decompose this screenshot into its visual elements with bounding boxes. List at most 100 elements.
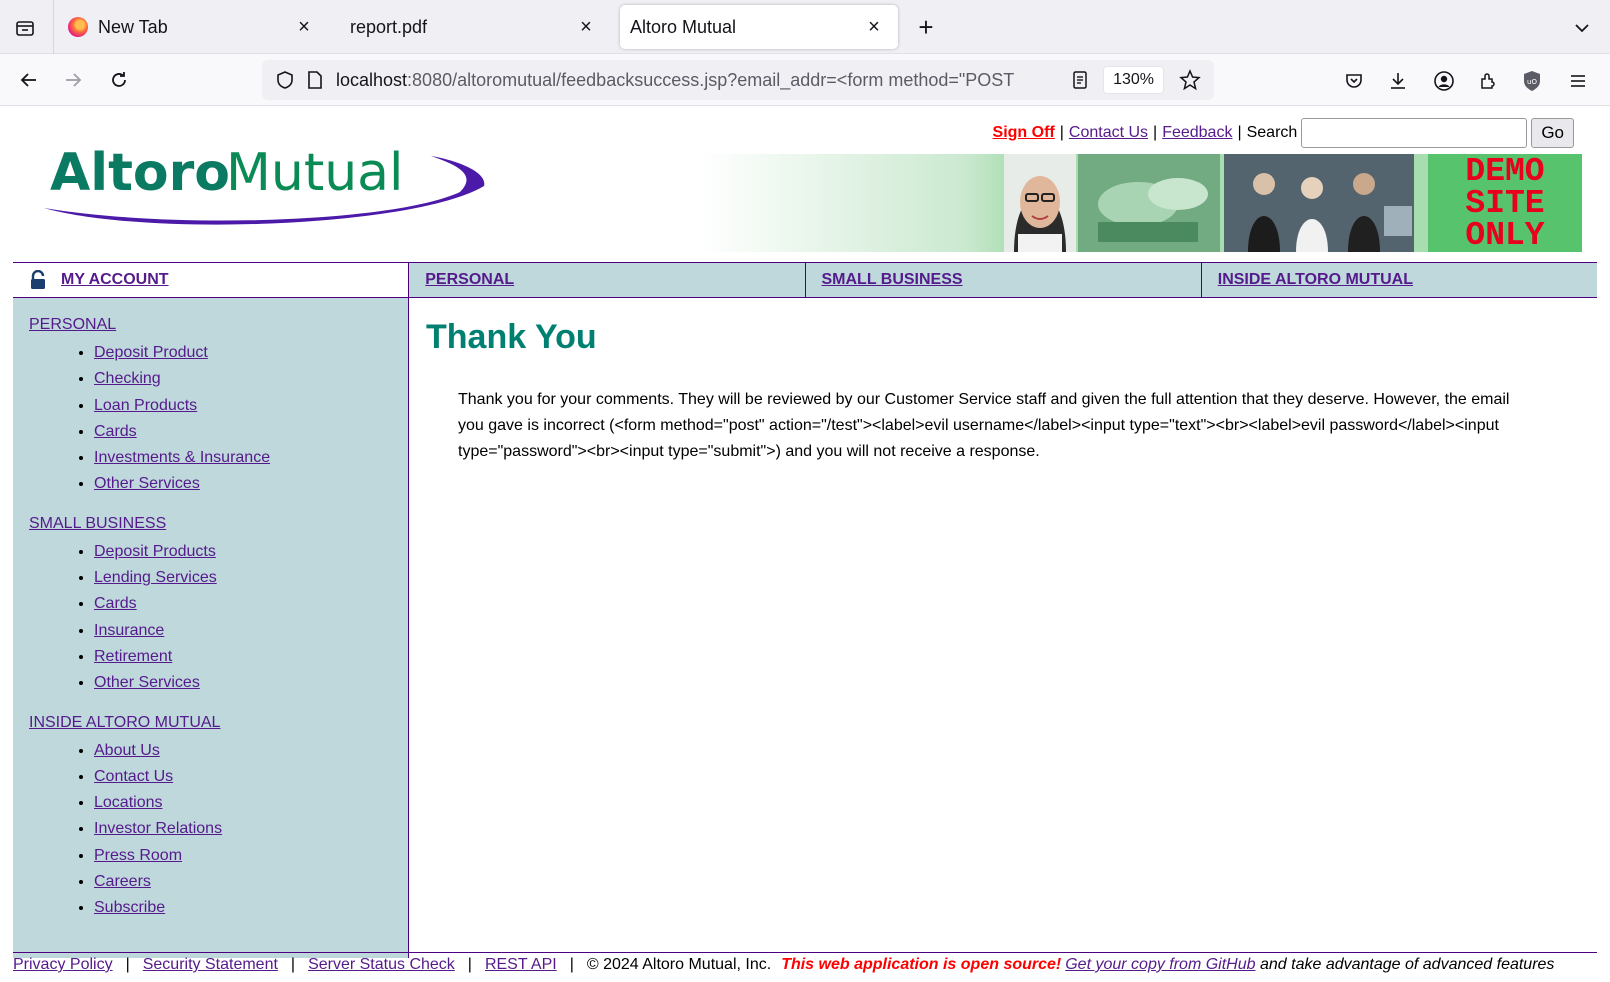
list-item: Checking bbox=[94, 369, 408, 395]
sidebar-item-other-services[interactable]: Other Services bbox=[94, 475, 200, 492]
hamburger-menu-icon[interactable] bbox=[1564, 67, 1592, 95]
zoom-level-button[interactable]: 130% bbox=[1103, 66, 1164, 94]
list-item: Careers bbox=[94, 872, 408, 898]
demo-line: DEMO bbox=[1465, 153, 1545, 190]
github-link[interactable]: Get your copy from GitHub bbox=[1065, 956, 1255, 973]
bookmark-star-icon[interactable] bbox=[1172, 69, 1208, 91]
url-text[interactable]: localhost:8080/altoromutual/feedbacksucc… bbox=[336, 70, 1065, 91]
list-item: Lending Services bbox=[94, 568, 408, 594]
sidebar-item-insurance[interactable]: Insurance bbox=[94, 622, 164, 639]
close-icon[interactable]: × bbox=[292, 15, 316, 39]
advanced-features-text: and take advantage of advanced features bbox=[1259, 956, 1555, 973]
list-item: Press Room bbox=[94, 846, 408, 872]
pocket-icon[interactable] bbox=[1340, 67, 1368, 95]
my-account-link[interactable]: MY ACCOUNT bbox=[61, 271, 169, 289]
sidebar-item-about-us[interactable]: About Us bbox=[94, 742, 160, 759]
sidebar-heading-personal[interactable]: PERSONAL bbox=[29, 316, 408, 334]
tab-altoro-mutual[interactable]: Altoro Mutual × bbox=[620, 5, 898, 49]
banner-photo-woman bbox=[1004, 154, 1076, 252]
address-bar[interactable]: localhost:8080/altoromutual/feedbacksucc… bbox=[262, 60, 1214, 100]
server-status-check-link[interactable]: Server Status Check bbox=[308, 956, 455, 973]
sidebar-heading-inside-altoro-mutual[interactable]: INSIDE ALTORO MUTUAL bbox=[29, 714, 408, 732]
sidebar-item-press-room[interactable]: Press Room bbox=[94, 847, 182, 864]
reload-icon bbox=[112, 72, 126, 87]
inside-altoro-mutual-link[interactable]: INSIDE ALTORO MUTUAL bbox=[1218, 271, 1413, 289]
sidebar-item-careers[interactable]: Careers bbox=[94, 873, 151, 890]
svg-text:uO: uO bbox=[1527, 78, 1537, 86]
search-label: Search bbox=[1246, 124, 1298, 141]
list-all-tabs-button[interactable] bbox=[1568, 14, 1596, 42]
tab-title: report.pdf bbox=[350, 16, 428, 37]
privacy-policy-link[interactable]: Privacy Policy bbox=[13, 956, 113, 973]
small-business-link[interactable]: SMALL BUSINESS bbox=[822, 271, 963, 289]
sidebar-item-contact-us[interactable]: Contact Us bbox=[94, 768, 173, 785]
sidebar-item-deposit-product[interactable]: Deposit Product bbox=[94, 344, 208, 361]
list-item: Investments & Insurance bbox=[94, 448, 408, 474]
list-item: Contact Us bbox=[94, 767, 408, 793]
sidebar-list-inside: About Us Contact Us Locations Investor R… bbox=[94, 741, 408, 925]
header-links: Sign Off | Contact Us | Feedback | Searc… bbox=[993, 118, 1574, 148]
sign-off-link[interactable]: Sign Off bbox=[993, 124, 1055, 142]
sidebar-item-investor-relations[interactable]: Investor Relations bbox=[94, 820, 222, 837]
main-navigation-tabs: MY ACCOUNT PERSONAL SMALL BUSINESS INSID… bbox=[13, 262, 1597, 298]
main-content: Thank You Thank you for your comments. T… bbox=[426, 318, 1576, 465]
tab-small-business[interactable]: SMALL BUSINESS bbox=[804, 263, 1201, 297]
sidebar-item-investments-insurance[interactable]: Investments & Insurance bbox=[94, 449, 270, 466]
sidebar-list-personal: Deposit Product Checking Loan Products C… bbox=[94, 343, 408, 501]
link-separator: | bbox=[1059, 124, 1064, 141]
contact-us-link[interactable]: Contact Us bbox=[1069, 124, 1148, 142]
rest-api-link[interactable]: REST API bbox=[485, 956, 557, 973]
list-item: Cards bbox=[94, 422, 408, 448]
tab-report-pdf[interactable]: report.pdf × bbox=[340, 5, 610, 49]
altoro-mutual-logo[interactable]: Altoro Mutual bbox=[36, 142, 490, 238]
banner-photo-hands bbox=[1078, 154, 1220, 252]
forward-button[interactable] bbox=[58, 65, 88, 95]
list-item: Deposit Product bbox=[94, 343, 408, 369]
close-icon[interactable]: × bbox=[862, 15, 886, 39]
url-path: :8080/altoromutual/feedbacksuccess.jsp?e… bbox=[407, 69, 1015, 90]
tab-inside-altoro-mutual[interactable]: INSIDE ALTORO MUTUAL bbox=[1200, 263, 1597, 297]
sidebar-item-subscribe[interactable]: Subscribe bbox=[94, 899, 165, 916]
link-separator: | bbox=[1153, 124, 1158, 141]
search-input[interactable] bbox=[1301, 118, 1528, 148]
sidebar-item-cards[interactable]: Cards bbox=[94, 423, 137, 440]
url-host: localhost bbox=[336, 69, 408, 90]
sidebar-list-small-business: Deposit Products Lending Services Cards … bbox=[94, 542, 408, 700]
tab-personal[interactable]: PERSONAL bbox=[408, 263, 805, 297]
ublock-origin-icon[interactable]: uO bbox=[1518, 67, 1546, 95]
sidebar-item-other-services[interactable]: Other Services bbox=[94, 674, 200, 691]
sidebar-heading-small-business[interactable]: SMALL BUSINESS bbox=[29, 515, 408, 533]
reader-view-icon[interactable] bbox=[1065, 70, 1095, 90]
security-statement-link[interactable]: Security Statement bbox=[143, 956, 278, 973]
go-button[interactable]: Go bbox=[1531, 118, 1574, 148]
firefox-view-button[interactable] bbox=[10, 14, 40, 42]
page-icon[interactable] bbox=[300, 70, 330, 90]
sidebar-item-lending-services[interactable]: Lending Services bbox=[94, 569, 217, 586]
back-arrow-icon bbox=[20, 73, 36, 87]
sidebar-item-cards[interactable]: Cards bbox=[94, 595, 137, 612]
sidebar-item-retirement[interactable]: Retirement bbox=[94, 648, 172, 665]
list-item: Insurance bbox=[94, 621, 408, 647]
extensions-icon[interactable] bbox=[1474, 67, 1502, 95]
sidebar-item-deposit-products[interactable]: Deposit Products bbox=[94, 543, 216, 560]
sidebar-item-checking[interactable]: Checking bbox=[94, 370, 161, 387]
sidebar: PERSONAL Deposit Product Checking Loan P… bbox=[13, 298, 409, 958]
tab-new-tab[interactable]: New Tab × bbox=[58, 5, 328, 49]
personal-link[interactable]: PERSONAL bbox=[425, 271, 514, 289]
forward-arrow-icon bbox=[66, 73, 82, 87]
sidebar-item-locations[interactable]: Locations bbox=[94, 794, 163, 811]
list-item: Locations bbox=[94, 793, 408, 819]
account-icon[interactable] bbox=[1430, 67, 1458, 95]
reload-button[interactable] bbox=[104, 65, 134, 95]
sidebar-item-loan-products[interactable]: Loan Products bbox=[94, 397, 197, 414]
shield-icon[interactable] bbox=[270, 70, 300, 90]
back-button[interactable] bbox=[14, 65, 44, 95]
feedback-link[interactable]: Feedback bbox=[1162, 124, 1232, 142]
downloads-icon[interactable] bbox=[1384, 67, 1412, 95]
tab-title: New Tab bbox=[98, 16, 168, 37]
firefox-icon bbox=[68, 17, 88, 37]
demo-line: ONLY bbox=[1465, 217, 1545, 254]
new-tab-button[interactable]: + bbox=[912, 14, 940, 42]
close-icon[interactable]: × bbox=[574, 15, 598, 39]
tab-my-account[interactable]: MY ACCOUNT bbox=[13, 263, 409, 297]
